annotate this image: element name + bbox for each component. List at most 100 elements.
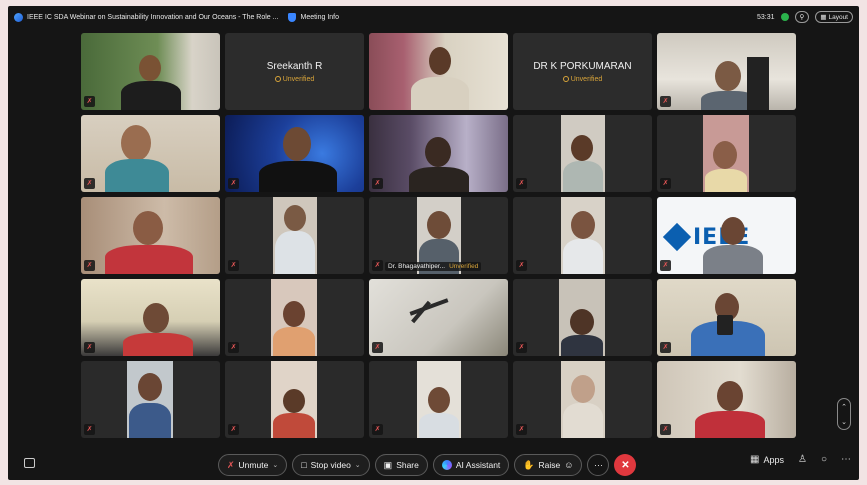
layout-icon: ▦ [820, 14, 827, 21]
mic-muted-icon: ✗ [660, 260, 671, 271]
reactions-icon[interactable]: ☺ [564, 460, 573, 470]
mic-muted-icon: ✗ [516, 178, 527, 189]
participant-tile[interactable]: ✗ [657, 115, 796, 192]
mic-muted-icon: ✗ [372, 178, 383, 189]
more-icon[interactable]: ⋯ [841, 454, 851, 465]
participant-tile[interactable]: ✗ Dr. Bhagavathiper... Unverified [369, 197, 508, 274]
unmute-button[interactable]: ✗ Unmute ⌄ [218, 454, 288, 476]
participant-tile[interactable]: ✗ [225, 279, 364, 356]
mic-muted-icon: ✗ [660, 178, 671, 189]
mic-muted-icon: ✗ [660, 96, 671, 107]
participant-tile[interactable]: Sreekanth R Unverified [225, 33, 364, 110]
mic-muted-icon: ✗ [372, 424, 383, 435]
participant-tile[interactable]: ✗ [81, 33, 220, 110]
title-bar: IEEE IC SDA Webinar on Sustainability In… [8, 6, 859, 28]
share-label: Share [396, 460, 419, 470]
chevron-down-icon[interactable]: ⌄ [272, 461, 278, 469]
participant-tile[interactable]: ✗ [81, 279, 220, 356]
participant-tile[interactable]: ✗ [81, 361, 220, 438]
chat-icon[interactable]: ○ [821, 454, 827, 465]
mic-muted-icon: ✗ [516, 342, 527, 353]
meeting-title: IEEE IC SDA Webinar on Sustainability In… [27, 13, 279, 21]
ai-assistant-button[interactable]: AI Assistant [432, 454, 510, 476]
participant-tile[interactable]: ✗ [369, 361, 508, 438]
participant-tile[interactable]: DR K PORKUMARAN Unverified [513, 33, 652, 110]
unverified-badge: Unverified [562, 75, 603, 83]
participant-tile[interactable] [369, 33, 508, 110]
participant-tile[interactable]: ✗ [513, 279, 652, 356]
more-options-button[interactable]: ⋯ [587, 454, 610, 476]
warning-icon [274, 76, 281, 82]
share-button[interactable]: ▣ Share [374, 454, 428, 476]
stop-video-button[interactable]: □ Stop video ⌄ [292, 454, 370, 476]
layout-label: Layout [828, 13, 848, 21]
more-icon: ⋯ [593, 459, 603, 470]
participants-icon[interactable]: ♙ [798, 454, 807, 465]
meeting-info-button[interactable]: Meeting Info [288, 12, 340, 22]
participant-tile[interactable]: ✗ [225, 115, 364, 192]
mic-muted-icon: ✗ [84, 424, 95, 435]
participant-tile[interactable]: ✗ [81, 115, 220, 192]
mic-muted-icon: ✗ [228, 260, 239, 271]
mic-muted-icon: ✗ [660, 424, 671, 435]
participant-name: Dr. Bhagavathiper... [388, 263, 446, 270]
hand-icon: ✋ [523, 459, 535, 470]
mic-muted-icon: ✗ [84, 96, 95, 107]
apps-label: Apps [763, 454, 784, 465]
participant-name-tag: Dr. Bhagavathiper... Unverified [385, 262, 482, 271]
close-icon: ✕ [621, 459, 630, 471]
stop-video-label: Stop video [310, 460, 351, 470]
leave-meeting-button[interactable]: ✕ [614, 454, 637, 476]
meeting-info-label: Meeting Info [300, 13, 340, 21]
participant-tile[interactable]: ✗ [369, 115, 508, 192]
mic-muted-icon: ✗ [228, 178, 239, 189]
mic-muted-icon: ✗ [372, 342, 383, 353]
shield-icon [288, 12, 297, 22]
participant-grid: ✗ Sreekanth R Unverified DR K PORKUMARAN… [81, 33, 796, 438]
mic-muted-icon: ✗ [516, 260, 527, 271]
ai-assistant-label: AI Assistant [455, 460, 501, 470]
apps-button[interactable]: ▦ Apps [750, 454, 784, 465]
meeting-timer: 53:31 [757, 13, 775, 21]
mic-muted-icon: ✗ [372, 260, 383, 271]
share-screen-icon: ▣ [383, 459, 393, 470]
participant-tile[interactable]: ✗ [369, 279, 508, 356]
captions-icon[interactable] [24, 458, 35, 468]
mic-muted-icon: ✗ [84, 178, 95, 189]
participant-tile[interactable]: ✗ [657, 361, 796, 438]
unmute-label: Unmute [238, 460, 269, 470]
raise-hand-button[interactable]: ✋ Raise ☺ [514, 454, 583, 476]
mic-muted-icon: ✗ [84, 260, 95, 271]
chevron-up-icon[interactable]: ⌃ [841, 403, 847, 411]
participant-tile[interactable]: ✗ [513, 197, 652, 274]
meeting-controls: ✗ Unmute ⌄ □ Stop video ⌄ ▣ Share AI Ass… [8, 450, 859, 480]
mic-muted-icon: ✗ [84, 342, 95, 353]
participant-tile[interactable]: ✗ [225, 197, 364, 274]
participant-tile[interactable]: IEEE ✗ [657, 197, 796, 274]
meeting-window: IEEE IC SDA Webinar on Sustainability In… [8, 6, 859, 480]
participant-name: DR K PORKUMARAN [533, 60, 632, 72]
mic-muted-icon: ✗ [660, 342, 671, 353]
participant-tile[interactable]: ✗ [81, 197, 220, 274]
participant-tile[interactable]: ✗ [657, 33, 796, 110]
search-icon: ⚲ [799, 14, 805, 21]
participant-tile[interactable]: ✗ [225, 361, 364, 438]
warning-icon [562, 76, 569, 82]
participant-tile[interactable]: ✗ [657, 279, 796, 356]
webex-logo-icon [14, 12, 23, 22]
unverified-badge: Unverified [274, 76, 314, 83]
participant-name: Sreekanth R [266, 60, 323, 72]
grid-page-scroller[interactable]: ⌃ ⌄ [837, 398, 851, 430]
chevron-down-icon[interactable]: ⌄ [355, 461, 361, 469]
chevron-down-icon[interactable]: ⌄ [841, 418, 847, 426]
layout-button[interactable]: ▦ Layout [815, 11, 853, 23]
unverified-label: Unverified [449, 263, 479, 270]
apps-grid-icon: ▦ [750, 454, 760, 465]
mic-muted-icon: ✗ [228, 424, 239, 435]
search-button[interactable]: ⚲ [794, 11, 810, 23]
participant-tile[interactable]: ✗ [513, 361, 652, 438]
participant-tile[interactable]: ✗ [513, 115, 652, 192]
mic-muted-icon: ✗ [227, 459, 235, 470]
unverified-label: Unverified [570, 75, 603, 83]
connection-status-icon [780, 13, 789, 21]
